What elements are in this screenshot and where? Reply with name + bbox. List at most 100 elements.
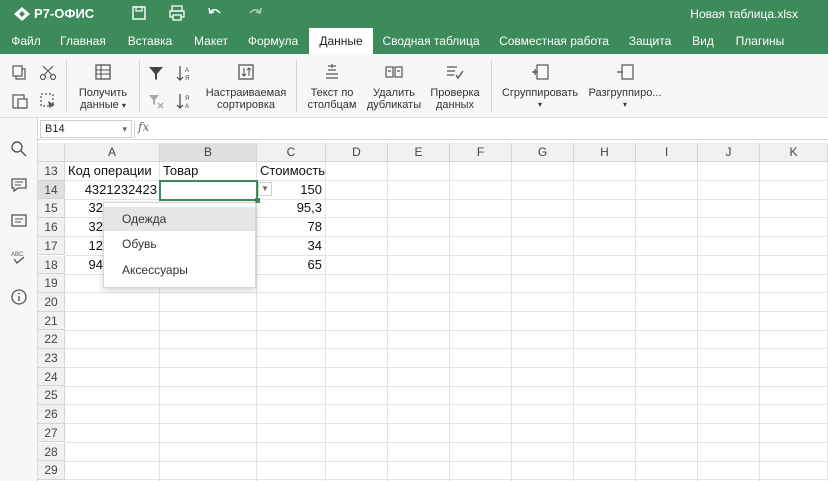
dropdown-item-clothing[interactable]: Одежда [104, 207, 255, 231]
formula-input[interactable] [156, 121, 816, 137]
column-header-d[interactable]: D [326, 143, 388, 162]
tab-protection[interactable]: Защита [622, 28, 678, 54]
print-icon[interactable] [168, 4, 186, 22]
cell-a16[interactable]: 32 [65, 218, 106, 236]
cell-a18[interactable]: 94 [65, 256, 106, 274]
custom-sort-button[interactable]: Настраиваемая сортировка [202, 62, 290, 111]
select-all-icon[interactable] [39, 92, 57, 110]
row-header-16[interactable]: 16 [38, 218, 65, 237]
data-validation-button[interactable]: Проверка данных [424, 62, 486, 111]
spreadsheet-grid: A B C D E F G H I J K 13 14 15 16 17 18 … [38, 143, 828, 481]
get-data-icon [95, 64, 111, 80]
clear-filter-icon[interactable] [147, 92, 165, 110]
cell-c17[interactable]: 34 [257, 237, 325, 255]
list-dropdown-arrow-icon[interactable]: ▼ [258, 182, 272, 196]
redo-icon[interactable] [246, 4, 264, 22]
active-cell-b14[interactable] [159, 179, 258, 201]
row-header-21[interactable]: 21 [38, 311, 65, 331]
column-header-j[interactable]: J [698, 143, 760, 162]
title-bar: Р7-ОФИС Новая таблица.xlsx [0, 0, 828, 28]
left-sidebar: ABC [0, 118, 38, 481]
get-data-button[interactable]: Получить данные ▾ [72, 62, 134, 112]
paste-icon[interactable] [11, 92, 29, 110]
cell-a15[interactable]: 32 [65, 199, 106, 217]
row-header-28[interactable]: 28 [38, 442, 65, 462]
tab-plugins[interactable]: Плагины [728, 28, 792, 54]
column-header-i[interactable]: I [636, 143, 698, 162]
document-title: Новая таблица.xlsx [690, 7, 798, 21]
info-icon[interactable] [10, 288, 28, 306]
dropdown-item-shoes[interactable]: Обувь [104, 232, 255, 256]
data-validation-label-1: Проверка [430, 87, 480, 99]
cell-a14[interactable]: 4321232423 [65, 181, 160, 199]
chat-icon[interactable] [10, 212, 28, 230]
sort-ascending-icon[interactable]: AЯ [176, 64, 194, 82]
chevron-down-icon: ▾ [122, 124, 127, 134]
dropdown-item-accessories[interactable]: Аксессуары [104, 258, 255, 282]
svg-text:Я: Я [185, 96, 189, 102]
group-button[interactable]: Сгруппировать ▾ [497, 62, 583, 111]
undo-icon[interactable] [206, 4, 224, 22]
row-header-15[interactable]: 15 [38, 199, 65, 219]
tab-home[interactable]: Главная [52, 28, 114, 54]
row-header-23[interactable]: 23 [38, 349, 65, 368]
row-header-24[interactable]: 24 [38, 367, 65, 387]
tab-pivot-table[interactable]: Сводная таблица [376, 28, 486, 54]
column-header-a[interactable]: A [65, 143, 160, 162]
name-box[interactable]: B14 ▾ [40, 120, 132, 138]
svg-text:A: A [185, 68, 189, 74]
cell-c15[interactable]: 95,3 [257, 199, 325, 217]
cell-c18[interactable]: 65 [257, 256, 325, 274]
tab-collaboration[interactable]: Совместная работа [492, 28, 616, 54]
custom-sort-label-1: Настраиваемая [205, 87, 287, 99]
cell-b13[interactable]: Товар [160, 162, 256, 180]
row-header-25[interactable]: 25 [38, 386, 65, 406]
save-icon[interactable] [130, 4, 148, 22]
cell-a13[interactable]: Код операции [65, 162, 160, 180]
get-data-label-1: Получить [78, 87, 128, 99]
row-header-29[interactable]: 29 [38, 461, 65, 480]
column-header-h[interactable]: H [574, 143, 636, 162]
text-to-columns-label-1: Текст по [310, 87, 354, 99]
remove-duplicates-button[interactable]: Удалить дубликаты [363, 62, 425, 111]
text-to-columns-button[interactable]: Текст по столбцам [302, 62, 362, 111]
chevron-down-icon: ▾ [537, 100, 542, 109]
row-header-13[interactable]: 13 [38, 162, 65, 181]
tab-file[interactable]: Файл [0, 28, 52, 54]
column-header-e[interactable]: E [388, 143, 450, 162]
cell-c13[interactable]: Стоимость [257, 162, 325, 180]
validation-dropdown-list: Одежда Обувь Аксессуары [103, 202, 256, 288]
tab-data[interactable]: Данные [309, 28, 373, 54]
comments-icon[interactable] [10, 176, 28, 194]
spellcheck-icon[interactable]: ABC [10, 248, 28, 266]
tab-insert[interactable]: Вставка [118, 28, 182, 54]
row-header-27[interactable]: 27 [38, 423, 65, 443]
column-header-c[interactable]: C [257, 143, 326, 162]
select-all-corner[interactable] [38, 143, 65, 162]
cell-c16[interactable]: 78 [257, 218, 325, 236]
row-header-22[interactable]: 22 [38, 330, 65, 349]
row-header-17[interactable]: 17 [38, 236, 65, 256]
tab-layout[interactable]: Макет [186, 28, 236, 54]
row-header-14[interactable]: 14 [38, 180, 65, 200]
sort-descending-icon[interactable]: ЯA [176, 92, 194, 110]
column-header-k[interactable]: K [760, 143, 828, 162]
search-icon[interactable] [10, 140, 28, 158]
app-logo: Р7-ОФИС [14, 6, 94, 21]
tab-formula[interactable]: Формула [240, 28, 306, 54]
row-header-26[interactable]: 26 [38, 405, 65, 424]
cell-a17[interactable]: 12 [65, 237, 106, 255]
copy-icon[interactable] [11, 64, 29, 82]
row-header-19[interactable]: 19 [38, 274, 65, 293]
column-header-f[interactable]: F [450, 143, 512, 162]
text-to-columns-label-2: столбцам [307, 99, 357, 111]
svg-text:ABC: ABC [11, 252, 24, 258]
filter-icon[interactable] [147, 64, 165, 82]
row-header-18[interactable]: 18 [38, 255, 65, 275]
cut-icon[interactable] [39, 64, 57, 82]
ungroup-button[interactable]: Разгруппиро... ▾ [585, 62, 665, 111]
tab-view[interactable]: Вид [684, 28, 722, 54]
column-header-b[interactable]: B [160, 143, 257, 162]
row-header-20[interactable]: 20 [38, 292, 65, 312]
column-header-g[interactable]: G [512, 143, 574, 162]
